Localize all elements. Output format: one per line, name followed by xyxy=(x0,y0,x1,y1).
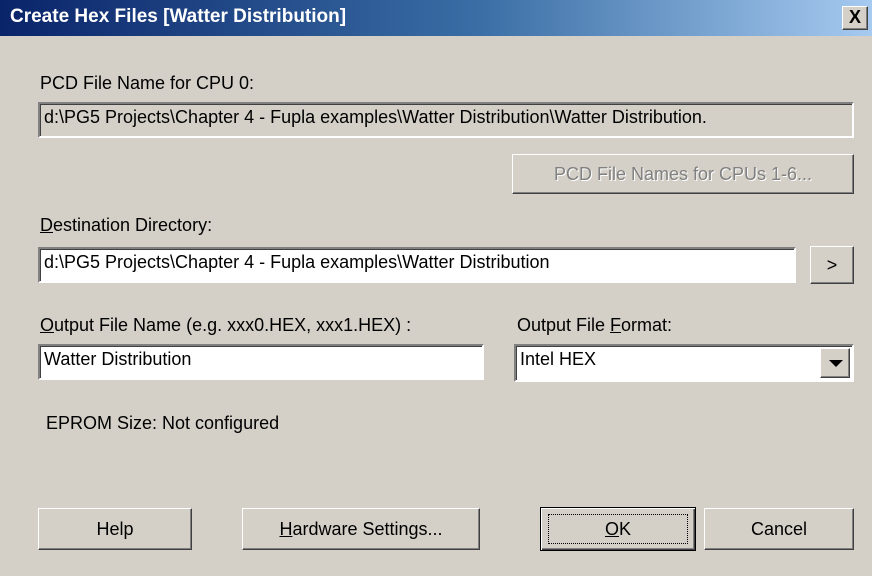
cpu-file-names-label: PCD File Names for CPUs 1-6... xyxy=(553,164,813,184)
output-file-name-value: Watter Distribution xyxy=(44,349,192,369)
output-file-format-select[interactable]: Intel HEX xyxy=(514,344,854,382)
cancel-label: Cancel xyxy=(750,519,808,539)
eprom-size-text: EPROM Size: Not configured xyxy=(46,413,280,433)
output-file-name-input[interactable]: Watter Distribution xyxy=(38,344,484,380)
close-icon: X xyxy=(848,7,861,27)
title-bar: Create Hex Files [Watter Distribution] X xyxy=(0,0,872,36)
destination-directory-value: d:\PG5 Projects\Chapter 4 - Fupla exampl… xyxy=(44,252,550,272)
output-name-label-rest: utput File Name (e.g. xxx0.HEX, xxx1.HEX… xyxy=(54,315,412,335)
destination-label-rest: estination Directory: xyxy=(53,215,213,235)
hardware-mnemonic: H xyxy=(279,519,293,539)
cpu0-file-value: d:\PG5 Projects\Chapter 4 - Fupla exampl… xyxy=(44,107,707,127)
hardware-settings-label: Hardware Settings... xyxy=(279,509,442,549)
window-title: Create Hex Files [Watter Distribution] xyxy=(10,6,347,27)
hardware-label-rest: ardware Settings... xyxy=(292,519,443,539)
cpu0-file-label: PCD File Name for CPU 0: xyxy=(40,73,255,93)
help-button[interactable]: Help xyxy=(38,508,192,550)
cpu0-file-field: d:\PG5 Projects\Chapter 4 - Fupla exampl… xyxy=(38,102,854,138)
browse-icon: > xyxy=(826,255,838,275)
close-button[interactable]: X xyxy=(842,6,868,30)
output-file-format-label: Output File Format: xyxy=(517,315,672,336)
help-label: Help xyxy=(96,519,134,539)
chevron-down-icon[interactable] xyxy=(820,348,850,378)
output-format-label-rest: ormat: xyxy=(621,315,673,335)
output-file-name-label: Output File Name (e.g. xxx0.HEX, xxx1.HE… xyxy=(40,315,411,336)
cpu-file-names-button[interactable]: PCD File Names for CPUs 1-6... xyxy=(512,154,854,194)
focus-rectangle xyxy=(548,514,688,544)
create-hex-files-dialog: Create Hex Files [Watter Distribution] X… xyxy=(0,0,872,576)
cancel-button[interactable]: Cancel xyxy=(704,508,854,550)
output-format-mnemonic: F xyxy=(610,315,622,335)
destination-mnemonic: D xyxy=(40,215,53,235)
output-file-format-value: Intel HEX xyxy=(520,349,597,369)
output-name-mnemonic: O xyxy=(40,315,55,335)
destination-directory-input[interactable]: d:\PG5 Projects\Chapter 4 - Fupla exampl… xyxy=(38,247,796,283)
ok-button[interactable]: OK xyxy=(540,507,696,551)
hardware-settings-button[interactable]: Hardware Settings... xyxy=(242,508,480,550)
output-format-label-prefix: Output File xyxy=(517,315,611,335)
browse-button[interactable]: > xyxy=(810,246,854,284)
destination-directory-label: Destination Directory: xyxy=(40,215,212,236)
